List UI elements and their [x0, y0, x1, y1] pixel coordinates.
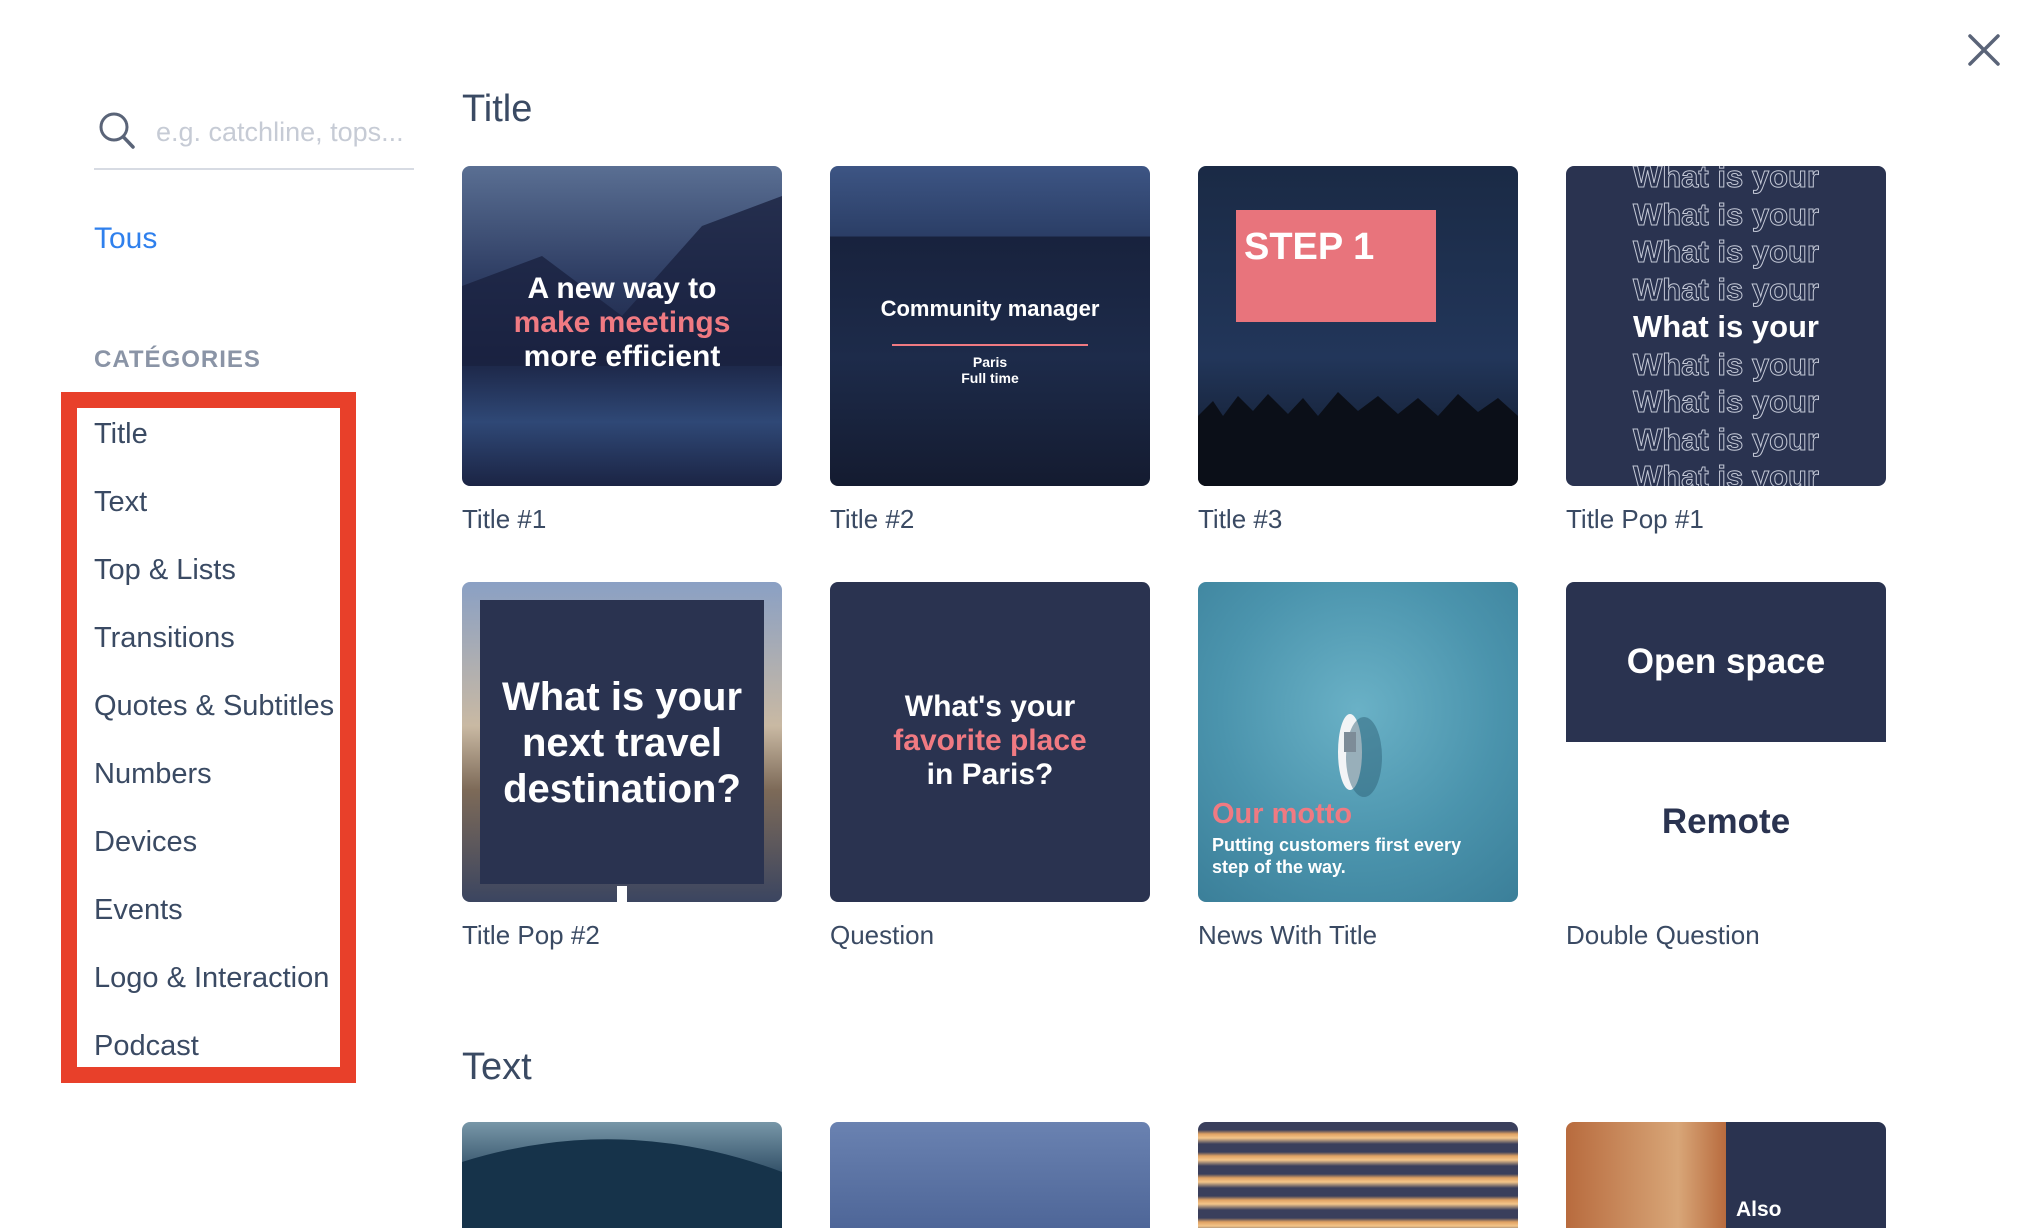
- template-thumbnail: STEP 1: [1198, 166, 1518, 486]
- thumb-line-highlight: favorite place: [893, 724, 1087, 757]
- thumb-line-outline: What is your: [1632, 421, 1819, 457]
- search-icon: [99, 112, 135, 149]
- template-card[interactable]: What's your favorite place in Paris? Que…: [830, 582, 1150, 951]
- category-item-title[interactable]: Title: [94, 410, 334, 478]
- template-thumbnail: What is your What is your What is your W…: [1566, 166, 1886, 486]
- thumb-line-highlight: make meetings: [513, 306, 731, 339]
- thumb-line: destination?: [503, 767, 741, 811]
- thumb-line: in Paris?: [926, 758, 1054, 791]
- template-thumbnail: Open space Remote: [1566, 582, 1886, 902]
- category-item-transitions[interactable]: Transitions: [94, 614, 334, 682]
- template-card[interactable]: Our motto Putting customers first every …: [1198, 582, 1518, 951]
- thumb-line-outline: What is your: [1632, 271, 1819, 307]
- thumb-line-outline: What is your: [1632, 234, 1819, 270]
- template-thumbnail: [1198, 1122, 1518, 1228]
- template-card[interactable]: What is your next travel destination? Ti…: [462, 582, 782, 951]
- thumb-top: Open space: [1626, 642, 1826, 681]
- thumb-heading: Community manager: [880, 296, 1100, 321]
- template-card[interactable]: STEP 1 Title #3: [1198, 166, 1518, 535]
- step-badge: STEP 1: [1236, 210, 1436, 322]
- all-templates-link[interactable]: Tous: [94, 222, 157, 256]
- thumb-caption: Also: [1736, 1198, 1782, 1221]
- thumb-bottom: Remote: [1661, 802, 1791, 841]
- categories-heading: CATÉGORIES: [94, 346, 261, 373]
- template-label: Question: [830, 920, 935, 950]
- search-input[interactable]: [156, 112, 414, 152]
- thumb-line: next travel: [521, 721, 723, 765]
- category-item-events[interactable]: Events: [94, 886, 334, 954]
- search-bar: [94, 100, 414, 170]
- template-label: News With Title: [1198, 920, 1378, 950]
- template-thumbnail: Also: [1566, 1122, 1886, 1228]
- category-item-logo-interaction[interactable]: Logo & Interaction: [94, 954, 334, 1022]
- category-item-quotes-subtitles[interactable]: Quotes & Subtitles: [94, 682, 334, 750]
- category-item-numbers[interactable]: Numbers: [94, 750, 334, 818]
- thumb-line: more efficient: [523, 340, 721, 373]
- thumb-line-outline: What is your: [1632, 346, 1819, 382]
- category-item-top-lists[interactable]: Top & Lists: [94, 546, 334, 614]
- thumb-line: What is your: [1632, 309, 1819, 344]
- template-card[interactable]: Community manager Paris Full time Title …: [830, 166, 1150, 535]
- thumb-line-outline: What is your: [1632, 196, 1819, 232]
- thumb-sub: Full time: [961, 370, 1019, 386]
- thumb-line-outline: What is your: [1632, 384, 1819, 420]
- category-item-devices[interactable]: Devices: [94, 818, 334, 886]
- category-item-text[interactable]: Text: [94, 478, 334, 546]
- template-card[interactable]: [462, 1122, 782, 1228]
- divider: [892, 344, 1088, 346]
- section-title-heading: Title: [462, 88, 533, 130]
- road-marking: [617, 886, 627, 902]
- template-card[interactable]: Open space Remote Double Question: [1566, 582, 1886, 951]
- template-label: Title #1: [462, 504, 547, 534]
- thumb-sub: Paris: [972, 354, 1008, 370]
- sidebar: Tous CATÉGORIES Title Text Top & Lists T…: [0, 0, 430, 1228]
- thumb-line: What is your: [501, 675, 743, 719]
- close-button[interactable]: [1964, 30, 2004, 70]
- template-thumbnail: What is your next travel destination?: [462, 582, 782, 902]
- thumb-body: Putting customers first every: [1212, 835, 1462, 855]
- template-card[interactable]: [1198, 1122, 1518, 1228]
- thumb-body: step of the way.: [1212, 857, 1346, 877]
- badge-text: STEP 1: [1244, 226, 1375, 268]
- thumb-line-outline: What is your: [1632, 459, 1819, 486]
- wave-graphic: [462, 1139, 782, 1228]
- template-card[interactable]: [830, 1122, 1150, 1228]
- template-thumbnail: What's your favorite place in Paris?: [830, 582, 1150, 902]
- close-icon: [1968, 34, 2000, 66]
- template-thumbnail: A new way to make meetings more efficien…: [462, 166, 782, 486]
- thumb-line: A new way to: [527, 272, 717, 305]
- template-thumbnail: [462, 1122, 782, 1228]
- template-label: Double Question: [1566, 920, 1760, 950]
- thumb-motto: Our motto: [1212, 798, 1353, 830]
- template-label: Title #2: [830, 504, 915, 534]
- thumb-line-outline: What is your: [1632, 166, 1819, 194]
- template-card[interactable]: What is your What is your What is your W…: [1566, 166, 1886, 535]
- section-text-heading: Text: [462, 1046, 532, 1088]
- template-label: Title Pop #1: [1566, 504, 1704, 534]
- template-thumbnail: Community manager Paris Full time: [830, 166, 1150, 486]
- template-thumbnail: [830, 1122, 1150, 1228]
- category-list: Title Text Top & Lists Transitions Quote…: [94, 410, 334, 1090]
- template-label: Title Pop #2: [462, 920, 600, 950]
- template-card[interactable]: A new way to make meetings more efficien…: [462, 166, 782, 535]
- template-label: Title #3: [1198, 504, 1283, 534]
- template-thumbnail: Our motto Putting customers first every …: [1198, 582, 1518, 902]
- thumb-line: What's your: [904, 690, 1076, 723]
- template-card[interactable]: Also: [1566, 1122, 1886, 1228]
- category-item-podcast[interactable]: Podcast: [94, 1022, 334, 1090]
